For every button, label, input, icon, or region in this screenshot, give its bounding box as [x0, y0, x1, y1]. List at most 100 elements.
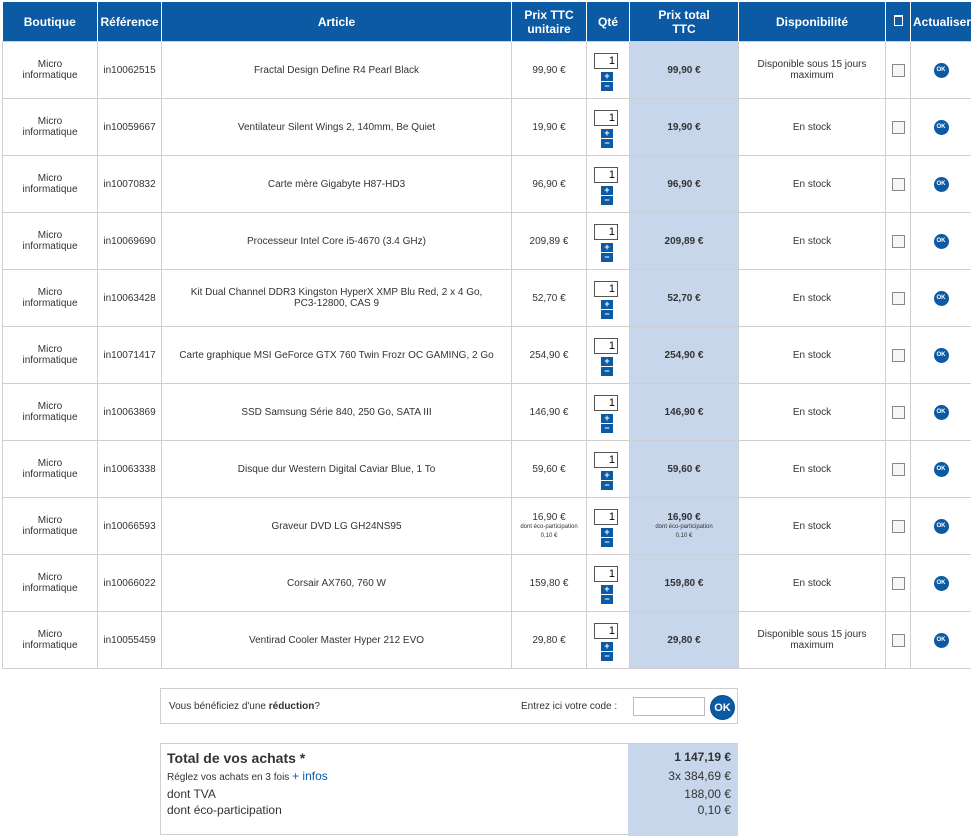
refresh-ok-button[interactable]: OK: [934, 633, 949, 648]
availability-cell: En stock: [739, 384, 886, 441]
delete-checkbox[interactable]: [892, 406, 905, 419]
boutique-cell: Microinformatique: [3, 555, 98, 612]
article-cell[interactable]: Carte mère Gigabyte H87-HD3: [162, 156, 512, 213]
refresh-ok-button[interactable]: OK: [934, 63, 949, 78]
quantity-decrease-button[interactable]: −: [601, 424, 613, 433]
article-cell[interactable]: Ventirad Cooler Master Hyper 212 EVO: [162, 612, 512, 669]
article-cell[interactable]: Disque dur Western Digital Caviar Blue, …: [162, 441, 512, 498]
quantity-input[interactable]: 1: [594, 110, 618, 126]
quantity-input[interactable]: 1: [594, 224, 618, 240]
table-row: Microinformatiquein10069690Processeur In…: [3, 213, 971, 270]
refresh-ok-button[interactable]: OK: [934, 462, 949, 477]
refresh-ok-button[interactable]: OK: [934, 120, 949, 135]
quantity-input[interactable]: 1: [594, 338, 618, 354]
article-cell[interactable]: Processeur Intel Core i5-4670 (3.4 GHz): [162, 213, 512, 270]
delete-checkbox[interactable]: [892, 121, 905, 134]
article-cell[interactable]: Ventilateur Silent Wings 2, 140mm, Be Qu…: [162, 99, 512, 156]
quantity-input[interactable]: 1: [594, 167, 618, 183]
quantity-increase-button[interactable]: +: [601, 129, 613, 138]
quantity-decrease-button[interactable]: −: [601, 253, 613, 262]
promo-ok-button[interactable]: OK: [710, 695, 735, 720]
refresh-cell: OK: [911, 270, 971, 327]
delete-checkbox[interactable]: [892, 520, 905, 533]
promo-message: Vous bénéficiez d'une réduction?: [169, 701, 320, 712]
quantity-increase-button[interactable]: +: [601, 585, 613, 594]
reference-cell: in10063338: [98, 441, 162, 498]
quantity-cell: 1 +−: [587, 42, 630, 99]
delete-checkbox[interactable]: [892, 292, 905, 305]
quantity-decrease-button[interactable]: −: [601, 652, 613, 661]
quantity-input[interactable]: 1: [594, 452, 618, 468]
quantity-decrease-button[interactable]: −: [601, 481, 613, 490]
delete-cell: [886, 156, 911, 213]
quantity-increase-button[interactable]: +: [601, 471, 613, 480]
delete-checkbox[interactable]: [892, 463, 905, 476]
availability-cell: Disponible sous 15 joursmaximum: [739, 42, 886, 99]
quantity-increase-button[interactable]: +: [601, 414, 613, 423]
unit-price-cell: 99,90 €: [512, 42, 587, 99]
reference-cell: in10071417: [98, 327, 162, 384]
refresh-ok-button[interactable]: OK: [934, 177, 949, 192]
quantity-input[interactable]: 1: [594, 623, 618, 639]
reference-cell: in10063869: [98, 384, 162, 441]
delete-cell: [886, 270, 911, 327]
header-reference: Référence: [98, 2, 162, 42]
total-price-cell: 209,89 €: [630, 213, 739, 270]
promo-code-input[interactable]: [633, 697, 705, 716]
quantity-increase-button[interactable]: +: [601, 642, 613, 651]
reference-cell: in10059667: [98, 99, 162, 156]
article-cell[interactable]: Corsair AX760, 760 W: [162, 555, 512, 612]
quantity-increase-button[interactable]: +: [601, 357, 613, 366]
refresh-ok-button[interactable]: OK: [934, 234, 949, 249]
quantity-decrease-button[interactable]: −: [601, 139, 613, 148]
quantity-decrease-button[interactable]: −: [601, 82, 613, 91]
boutique-cell: Microinformatique: [3, 327, 98, 384]
total-price-cell: 59,60 €: [630, 441, 739, 498]
delete-checkbox[interactable]: [892, 349, 905, 362]
refresh-cell: OK: [911, 156, 971, 213]
header-delete: [886, 2, 911, 42]
availability-cell: En stock: [739, 99, 886, 156]
boutique-cell: Microinformatique: [3, 213, 98, 270]
refresh-ok-button[interactable]: OK: [934, 576, 949, 591]
quantity-decrease-button[interactable]: −: [601, 538, 613, 547]
quantity-input[interactable]: 1: [594, 566, 618, 582]
unit-price-cell: 96,90 €: [512, 156, 587, 213]
delete-checkbox[interactable]: [892, 178, 905, 191]
quantity-input[interactable]: 1: [594, 281, 618, 297]
availability-cell: En stock: [739, 156, 886, 213]
unit-eco-note: dont éco-participation0,10 €: [515, 523, 583, 541]
quantity-decrease-button[interactable]: −: [601, 595, 613, 604]
quantity-decrease-button[interactable]: −: [601, 367, 613, 376]
delete-checkbox[interactable]: [892, 64, 905, 77]
quantity-increase-button[interactable]: +: [601, 72, 613, 81]
installments-link[interactable]: + infos: [292, 769, 328, 783]
unit-price-cell: 16,90 €dont éco-participation0,10 €: [512, 498, 587, 555]
delete-checkbox[interactable]: [892, 634, 905, 647]
quantity-increase-button[interactable]: +: [601, 186, 613, 195]
article-cell[interactable]: SSD Samsung Série 840, 250 Go, SATA III: [162, 384, 512, 441]
quantity-input[interactable]: 1: [594, 395, 618, 411]
quantity-cell: 1 +−: [587, 156, 630, 213]
quantity-cell: 1 +−: [587, 213, 630, 270]
quantity-increase-button[interactable]: +: [601, 300, 613, 309]
article-cell[interactable]: Graveur DVD LG GH24NS95: [162, 498, 512, 555]
refresh-ok-button[interactable]: OK: [934, 348, 949, 363]
delete-checkbox[interactable]: [892, 235, 905, 248]
article-cell[interactable]: Fractal Design Define R4 Pearl Black: [162, 42, 512, 99]
quantity-increase-button[interactable]: +: [601, 243, 613, 252]
quantity-decrease-button[interactable]: −: [601, 196, 613, 205]
delete-checkbox[interactable]: [892, 577, 905, 590]
refresh-ok-button[interactable]: OK: [934, 405, 949, 420]
quantity-increase-button[interactable]: +: [601, 528, 613, 537]
quantity-input[interactable]: 1: [594, 53, 618, 69]
availability-cell: En stock: [739, 441, 886, 498]
article-cell[interactable]: Carte graphique MSI GeForce GTX 760 Twin…: [162, 327, 512, 384]
total-eco-note: dont éco-participation0,10 €: [633, 523, 735, 541]
article-cell[interactable]: Kit Dual Channel DDR3 Kingston HyperX XM…: [162, 270, 512, 327]
quantity-input[interactable]: 1: [594, 509, 618, 525]
quantity-decrease-button[interactable]: −: [601, 310, 613, 319]
refresh-ok-button[interactable]: OK: [934, 291, 949, 306]
refresh-ok-button[interactable]: OK: [934, 519, 949, 534]
unit-price-cell: 19,90 €: [512, 99, 587, 156]
